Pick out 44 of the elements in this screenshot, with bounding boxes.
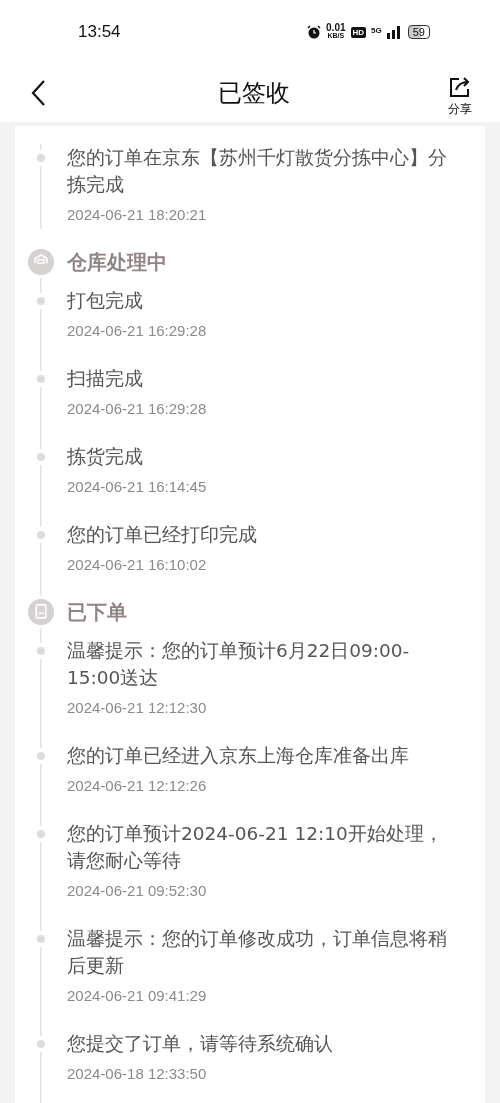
event-time: 2024-06-21 18:20:21: [67, 205, 208, 225]
event-text: 您的订单已经打印完成: [67, 523, 258, 547]
event-text: 您提交了订单，请等待系统确认: [67, 1032, 334, 1056]
event-text: 拣货完成: [67, 445, 144, 469]
timeline-dot: [37, 453, 45, 461]
event-text: 您的订单预计2024-06-21 12:10开始处理，请您耐心等待: [67, 822, 444, 873]
timeline-dot: [37, 1040, 45, 1048]
timeline-dot: [37, 154, 45, 162]
timeline-dot: [37, 297, 45, 305]
event-time: 2024-06-21 16:10:02: [67, 555, 208, 575]
timeline-dot: [37, 935, 45, 943]
share-icon: [448, 74, 472, 99]
event-time: 2024-06-21 12:12:26: [67, 776, 208, 796]
event-text: 温馨提示：您的订单预计6月22日09:00-15:00送达: [67, 639, 411, 690]
timeline-dot: [37, 752, 45, 760]
timeline-dot: [37, 830, 45, 838]
page-title: 已签收: [217, 78, 291, 109]
event-text: 打包完成: [67, 289, 144, 313]
event-text: 扫描完成: [67, 367, 144, 391]
back-icon: [30, 79, 46, 107]
event-time: 2024-06-21 09:41:29: [67, 986, 208, 1006]
network-type: 5G: [371, 26, 382, 35]
event-time: 2024-06-21 16:29:28: [67, 399, 208, 419]
event-text: 温馨提示：您的订单修改成功，订单信息将稍后更新: [67, 927, 448, 978]
document-icon: [28, 599, 54, 625]
event-time: 2024-06-21 16:29:28: [67, 321, 208, 341]
alarm-icon: [307, 25, 322, 39]
event-time: 2024-06-21 12:12:30: [67, 698, 208, 718]
share-button[interactable]: 分享: [448, 74, 472, 118]
timeline-dot: [37, 375, 45, 383]
timeline-dot: [37, 531, 45, 539]
event-time: 2024-06-21 09:52:30: [67, 881, 208, 901]
clock-time: 13:54: [78, 22, 122, 42]
event-time: 2024-06-21 16:14:45: [67, 477, 208, 497]
event-time: 2024-06-18 12:33:50: [67, 1064, 208, 1084]
timeline-dot: [37, 647, 45, 655]
signal-icon: [386, 25, 403, 39]
stage-title: 仓库处理中: [67, 249, 168, 276]
battery-indicator: 59: [407, 25, 430, 39]
building-icon: [28, 249, 54, 275]
hd-badge: HD: [350, 26, 367, 38]
event-text: 您的订单已经进入京东上海仓库准备出库: [67, 744, 410, 768]
event-text: 您的订单在京东【苏州千灯散货分拣中心】分拣完成: [67, 146, 448, 197]
stage-title: 已下单: [67, 599, 128, 626]
